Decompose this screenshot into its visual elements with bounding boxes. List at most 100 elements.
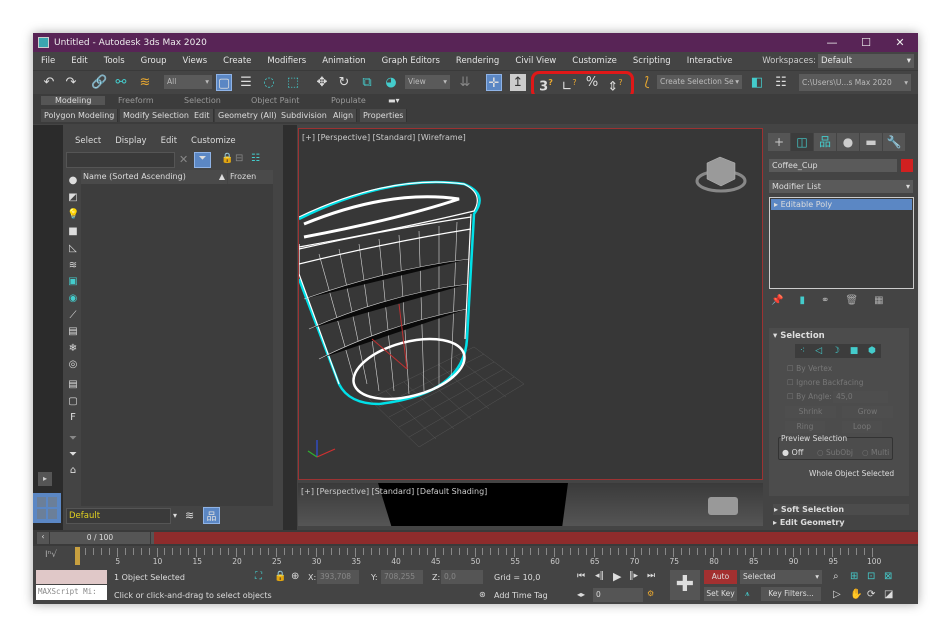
menu-modifiers[interactable]: Modifiers [267, 56, 306, 66]
by-angle-checkbox[interactable]: ☐ By Angle: [787, 392, 832, 401]
motion-tab-icon[interactable]: ● [837, 133, 859, 151]
pivot-center-icon[interactable]: ⇊ [457, 74, 473, 91]
ribbon-panel-subdivision[interactable]: Subdivision [278, 109, 331, 122]
mirror-icon[interactable]: ◧ [749, 74, 765, 91]
lock-icon[interactable]: 🔒 [221, 153, 233, 164]
stack-item-editable-poly[interactable]: ▸ Editable Poly [771, 199, 912, 210]
placement-icon[interactable]: ◕ [383, 74, 399, 91]
layer-icon[interactable]: ⌂ [67, 465, 79, 477]
ribbon-tab-populate[interactable]: Populate [331, 96, 366, 105]
ribbon-panel-align[interactable]: Align [330, 109, 358, 122]
polygon-mode-icon[interactable]: ■ [850, 346, 859, 356]
edit-named-selection-icon[interactable]: ⟅ [639, 74, 655, 91]
menu-rendering[interactable]: Rendering [456, 56, 499, 66]
selection-filter-dropdown[interactable]: All [164, 75, 212, 89]
sort-by-hierarchy-icon[interactable]: 品 [203, 507, 220, 524]
layer-dropdown[interactable]: Default [66, 508, 171, 524]
angle-snap-icon[interactable]: ∟? [561, 74, 577, 94]
time-tag-icon[interactable]: ⊛ [479, 590, 486, 599]
configure-modifier-sets-icon[interactable]: ▦ [874, 295, 883, 306]
go-to-start-icon[interactable]: ⏮ [577, 571, 585, 581]
pan-icon[interactable]: ✋ [850, 589, 862, 600]
explorer-menu-display[interactable]: Display [115, 136, 146, 146]
selection-region-icon[interactable]: ◌ [261, 74, 277, 91]
helpers-filter-icon[interactable]: ◺ [67, 243, 79, 255]
track-bar[interactable]: Iⁿ√ 051015202530354045505560657075808590… [33, 546, 918, 568]
menu-tools[interactable]: Tools [104, 56, 125, 66]
ribbon-tab-object-paint[interactable]: Object Paint [251, 96, 299, 105]
viewport-layout-button[interactable] [33, 493, 61, 523]
keyboard-shortcut-override-icon[interactable]: ↥ [510, 74, 526, 91]
display-none-icon[interactable]: ▢ [67, 396, 79, 408]
play-icon[interactable]: ▶ [613, 570, 621, 583]
invert-display-icon[interactable]: F [67, 412, 79, 424]
window-crossing-icon[interactable]: ⬚ [285, 74, 301, 91]
z-coordinate-input[interactable]: 0,0 [441, 570, 483, 584]
set-key-button[interactable]: Set Key [704, 587, 737, 601]
shrink-button[interactable]: Shrink [785, 406, 836, 418]
sort-by-layer-icon[interactable]: ≋ [185, 509, 194, 522]
ignore-backfacing-checkbox[interactable]: ☐ Ignore Backfacing [787, 378, 864, 387]
cameras-filter-icon[interactable]: ■ [67, 226, 79, 238]
default-in-out-tangents-icon[interactable]: ⩚ [745, 589, 750, 599]
isolate-selection-icon[interactable]: ⛶ [255, 571, 262, 582]
filter-icon[interactable]: ⏷ [194, 152, 211, 168]
edge-mode-icon[interactable]: ◁ [815, 346, 822, 356]
close-button[interactable]: ✕ [883, 33, 917, 52]
preview-off-radio[interactable]: ● Off [782, 448, 803, 457]
menu-group[interactable]: Group [141, 56, 167, 66]
utilities-tab-icon[interactable]: 🔧 [883, 133, 905, 151]
key-mode-dropdown[interactable]: Selected ▾ [740, 570, 822, 584]
display-tab-icon[interactable]: ▬ [860, 133, 882, 151]
modifier-list-dropdown[interactable]: Modifier List ▾ [769, 180, 913, 193]
menu-animation[interactable]: Animation [322, 56, 365, 66]
display-all-icon[interactable]: ▤ [67, 379, 79, 391]
angle-spinner[interactable]: 45,0 [833, 391, 888, 403]
explorer-list[interactable] [81, 184, 273, 506]
previous-frame-icon[interactable]: ◂‖ [595, 571, 604, 581]
ribbon-panel-geometry[interactable]: Geometry (All) [215, 109, 281, 122]
xrefs-filter-icon[interactable]: ◉ [67, 293, 79, 305]
perspective-viewport-shaded[interactable]: [+] [Perspective] [Standard] [Default Sh… [298, 483, 763, 526]
ribbon-tab-freeform[interactable]: Freeform [118, 96, 154, 105]
remove-modifier-icon[interactable]: 🗑 [845, 295, 858, 306]
add-time-tag-button[interactable]: Add Time Tag [494, 591, 548, 600]
menu-edit[interactable]: Edit [71, 56, 87, 66]
element-mode-icon[interactable]: ⬢ [868, 346, 876, 356]
current-frame-marker[interactable] [75, 547, 80, 565]
named-selection-set-dropdown[interactable]: Create Selection Se [657, 75, 742, 89]
y-coordinate-input[interactable]: 708,255 [381, 570, 423, 584]
prev-frame-button[interactable]: ‹ [37, 532, 49, 544]
ribbon-panel-edit[interactable]: Edit [191, 109, 214, 122]
reference-coordinate-dropdown[interactable]: View [405, 75, 450, 89]
maxscript-listener-output[interactable] [36, 570, 107, 584]
project-folder-dropdown[interactable]: C:\Users\U...s Max 2020 [799, 74, 911, 91]
grow-button[interactable]: Grow [842, 406, 893, 418]
hierarchy-icon[interactable]: ⊟ [235, 153, 243, 164]
percent-snap-icon[interactable]: % [584, 74, 600, 91]
redo-icon[interactable]: ↷ [63, 74, 79, 91]
ribbon-tab-modeling[interactable]: Modeling [41, 96, 106, 105]
menu-graph-editors[interactable]: Graph Editors [382, 56, 440, 66]
orbit-icon[interactable]: ⟳ [867, 589, 875, 600]
ribbon-panel-properties[interactable]: Properties [360, 109, 408, 122]
edit-geometry-rollout[interactable]: ▸ Edit Geometry [773, 518, 909, 530]
select-manipulate-icon[interactable]: ✛ [486, 74, 502, 91]
border-mode-icon[interactable]: ☽ [832, 346, 840, 356]
selection-lock-icon[interactable]: 🔒 [274, 571, 286, 582]
curve-editor-icon[interactable]: Iⁿ√ [45, 550, 57, 560]
menu-interactive[interactable]: Interactive [687, 56, 733, 66]
go-to-end-icon[interactable]: ⏭ [647, 571, 655, 581]
loop-button[interactable]: Loop [842, 421, 882, 433]
sort-hierarchy-icon[interactable]: ☷ [251, 153, 260, 164]
current-frame-input[interactable]: 0 [593, 588, 643, 602]
explorer-menu-select[interactable]: Select [75, 136, 101, 146]
show-end-result-icon[interactable]: ▮ [799, 295, 805, 306]
filter-funnel-icon[interactable]: ⏷ [67, 449, 79, 461]
menu-create[interactable]: Create [223, 56, 251, 66]
maxscript-input[interactable]: MAXScript Mi: [36, 585, 107, 600]
zoom-icon[interactable]: ⌕ [833, 571, 839, 582]
time-slider-thumb[interactable]: 0 / 100 [50, 532, 150, 544]
menu-file[interactable]: File [41, 56, 55, 66]
ribbon-options-icon[interactable]: ▬▾ [388, 96, 400, 105]
